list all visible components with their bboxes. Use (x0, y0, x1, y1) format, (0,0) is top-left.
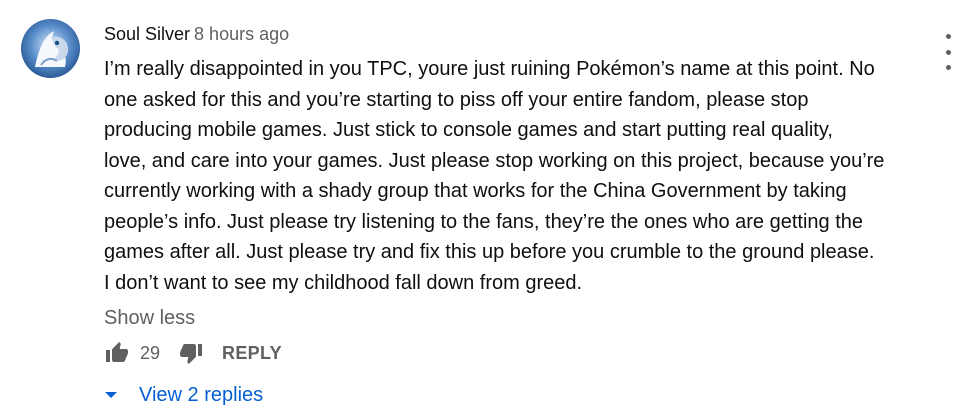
more-vert-icon (945, 34, 951, 39)
reply-button[interactable]: REPLY (222, 343, 282, 364)
comment-timestamp[interactable]: 8 hours ago (194, 24, 289, 44)
avatar-image (21, 19, 80, 78)
thumbs-up-icon (106, 342, 128, 362)
more-vert-icon-dot (945, 49, 951, 55)
comment-header: Soul Silver 8 hours ago (104, 20, 924, 48)
more-vert-icon-dot (945, 65, 951, 70)
dislike-button[interactable] (178, 340, 204, 366)
comment-text: I’m really disappointed in you TPC, your… (104, 58, 885, 294)
author-name[interactable]: Soul Silver (104, 24, 190, 44)
show-less-button[interactable]: Show less (104, 304, 924, 332)
caret-down-icon (105, 392, 117, 398)
avatar[interactable] (21, 19, 80, 78)
comment-actions: 29 REPLY (104, 340, 282, 366)
thumbs-down-icon (180, 344, 203, 364)
like-button[interactable] (104, 340, 130, 366)
view-replies-button[interactable]: View 2 replies (101, 380, 263, 410)
view-replies-label: View 2 replies (139, 383, 264, 406)
more-actions-button[interactable] (936, 34, 960, 70)
comment-body: Soul Silver 8 hours ago I’m really disapp… (104, 20, 924, 332)
like-count: 29 (140, 342, 161, 363)
